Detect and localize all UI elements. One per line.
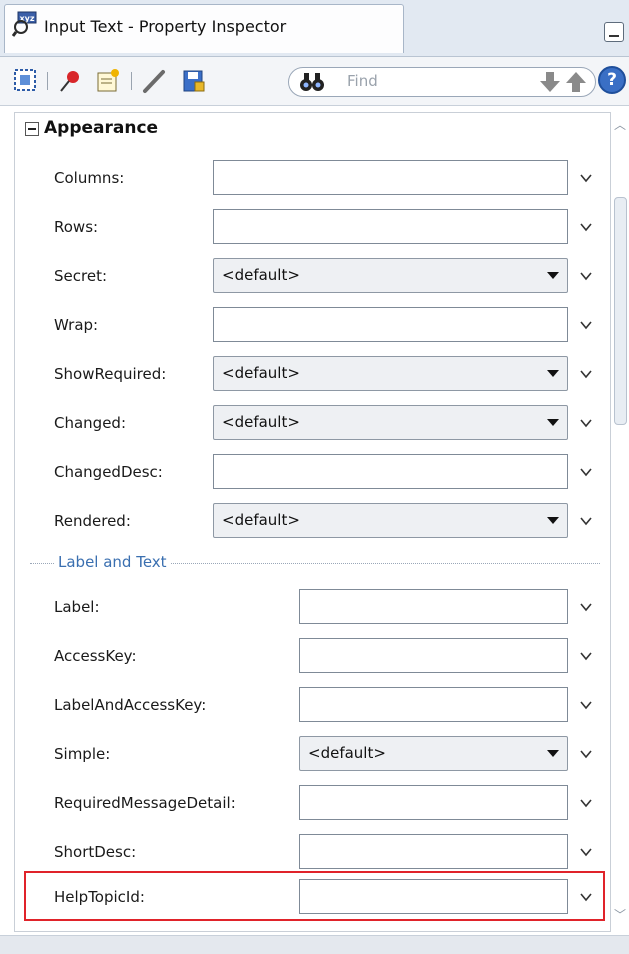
highlight-box [24, 871, 605, 921]
labelandaccesskey-field[interactable] [299, 687, 568, 722]
property-label: Label: [54, 598, 100, 616]
property-label: Rendered: [54, 512, 131, 530]
accesskey-field[interactable] [299, 638, 568, 673]
changeddesc-field[interactable] [213, 454, 568, 489]
secret-select[interactable]: <default> [213, 258, 568, 293]
property-label: Rows: [54, 218, 99, 236]
property-label: AccessKey: [54, 647, 137, 665]
shortdesc-field[interactable] [299, 834, 568, 869]
chevron-down-icon[interactable] [579, 465, 593, 479]
chevron-down-icon[interactable] [579, 796, 593, 810]
chevron-down-icon[interactable] [579, 416, 593, 430]
pin-icon[interactable] [57, 68, 83, 94]
chevron-down-icon[interactable] [579, 698, 593, 712]
find-input[interactable]: Find [347, 72, 378, 90]
rows-field[interactable] [213, 209, 568, 244]
property-label: Simple: [54, 745, 111, 763]
binoculars-icon [300, 73, 324, 91]
select-value: <default> [222, 364, 300, 382]
property-label: Changed: [54, 414, 127, 432]
dropdown-arrow-icon [547, 419, 559, 426]
rendered-select[interactable]: <default> [213, 503, 568, 538]
help-icon[interactable]: ? [598, 66, 626, 94]
select-component-icon[interactable] [13, 68, 39, 94]
bottom-bar [0, 935, 629, 954]
property-inspector-icon: xyz [12, 11, 37, 37]
window-title: Input Text - Property Inspector [44, 17, 287, 36]
chevron-down-icon[interactable] [579, 318, 593, 332]
property-label: LabelAndAccessKey: [54, 696, 207, 714]
chevron-down-icon[interactable] [579, 649, 593, 663]
group-label: Label and Text [54, 553, 171, 571]
scrollbar-thumb[interactable] [614, 197, 627, 425]
dropdown-arrow-icon [547, 517, 559, 524]
property-label: Secret: [54, 267, 107, 285]
showrequired-select[interactable]: <default> [213, 356, 568, 391]
section-title[interactable]: Appearance [44, 118, 158, 138]
select-value: <default> [222, 511, 300, 529]
arrow-down-icon[interactable] [538, 70, 562, 94]
select-value: <default> [222, 266, 300, 284]
chevron-down-icon[interactable] [579, 269, 593, 283]
property-label: RequiredMessageDetail: [54, 794, 236, 812]
select-value: <default> [308, 744, 386, 762]
property-label: Columns: [54, 169, 125, 187]
property-label: ShowRequired: [54, 365, 167, 383]
wrap-field[interactable] [213, 307, 568, 342]
toolbar-separator [131, 72, 132, 90]
chevron-down-icon[interactable] [579, 747, 593, 761]
chevron-down-icon[interactable] [579, 171, 593, 185]
chevron-down-icon[interactable] [579, 845, 593, 859]
dropdown-arrow-icon [547, 272, 559, 279]
dropdown-arrow-icon [547, 370, 559, 377]
changed-select[interactable]: <default> [213, 405, 568, 440]
select-value: <default> [222, 413, 300, 431]
edit-properties-icon[interactable] [95, 68, 121, 94]
chevron-down-icon[interactable] [579, 367, 593, 381]
chevron-down-icon[interactable] [579, 600, 593, 614]
chevron-down-icon[interactable] [579, 514, 593, 528]
property-label: ChangedDesc: [54, 463, 163, 481]
save-icon[interactable] [181, 68, 207, 94]
dropdown-arrow-icon [547, 750, 559, 757]
property-label: Wrap: [54, 316, 99, 334]
pencil-icon[interactable] [141, 68, 167, 94]
collapse-icon[interactable] [25, 122, 39, 136]
toolbar-separator [47, 72, 48, 90]
scroll-down-icon[interactable]: ﹀ [614, 906, 626, 923]
arrow-up-icon[interactable] [564, 70, 588, 94]
simple-select[interactable]: <default> [299, 736, 568, 771]
scroll-up-icon[interactable]: ︿ [614, 116, 626, 133]
chevron-down-icon[interactable] [579, 220, 593, 234]
columns-field[interactable] [213, 160, 568, 195]
property-label: ShortDesc: [54, 843, 137, 861]
label-field[interactable] [299, 589, 568, 624]
minimize-button[interactable] [604, 22, 624, 42]
requiredmessagedetail-field[interactable] [299, 785, 568, 820]
